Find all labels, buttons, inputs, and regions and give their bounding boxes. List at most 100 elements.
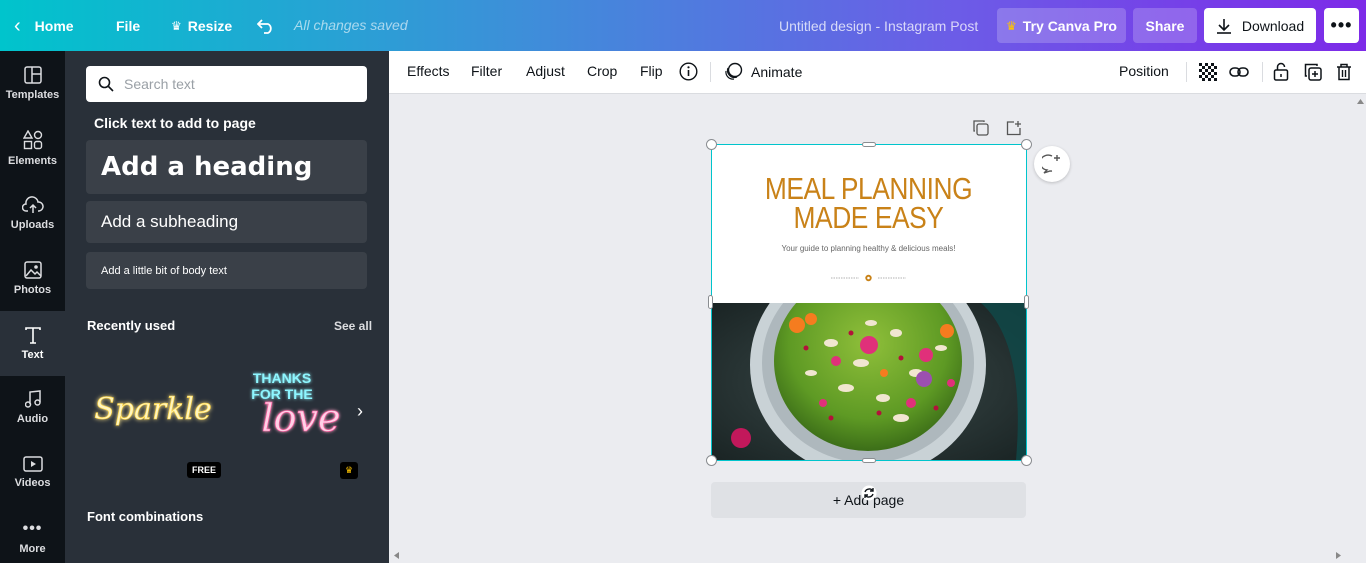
resize-handle-bottom-left[interactable] xyxy=(706,455,717,466)
resize-handle-top-right[interactable] xyxy=(1021,139,1032,150)
home-button[interactable]: ‹ Home xyxy=(14,8,74,44)
share-button[interactable]: Share xyxy=(1133,8,1197,43)
text-icon xyxy=(24,326,41,344)
rail-label: Audio xyxy=(16,413,49,425)
rail-item-videos[interactable]: Videos xyxy=(0,440,65,505)
link-button[interactable] xyxy=(1229,64,1249,83)
animate-button[interactable]: Animate xyxy=(724,62,802,81)
add-page-icon-button[interactable] xyxy=(1006,120,1022,139)
ornament-divider xyxy=(831,274,906,282)
crop-button[interactable]: Crop xyxy=(587,63,617,79)
effects-button[interactable]: Effects xyxy=(407,63,450,79)
add-comment-button[interactable] xyxy=(1034,146,1070,182)
save-status: All changes saved xyxy=(294,17,408,33)
search-box xyxy=(86,66,367,102)
title-line-1: MEAL PLANNING xyxy=(764,171,973,206)
chevron-left-icon: ‹ xyxy=(14,14,21,37)
flip-button[interactable]: Flip xyxy=(640,63,663,79)
transparency-button[interactable] xyxy=(1199,63,1217,84)
uploads-icon xyxy=(21,196,44,213)
recently-used-heading: Recently used xyxy=(87,318,176,333)
lock-button[interactable] xyxy=(1273,62,1289,84)
next-tiles-button[interactable]: › xyxy=(357,401,363,422)
add-heading-button[interactable]: Add a heading xyxy=(86,140,367,194)
thanks-line3: love xyxy=(262,396,341,440)
resize-handle-top-left[interactable] xyxy=(706,139,717,150)
download-button[interactable]: Download xyxy=(1204,8,1316,43)
templates-icon xyxy=(23,66,42,84)
adjust-button[interactable]: Adjust xyxy=(526,63,565,79)
resize-label: Resize xyxy=(187,18,233,34)
rail-item-uploads[interactable]: Uploads xyxy=(0,181,65,246)
lock-icon xyxy=(1273,62,1289,81)
rail-item-text[interactable]: Text xyxy=(0,311,65,376)
resize-handle-top[interactable] xyxy=(862,142,876,147)
chevron-right-icon: › xyxy=(357,401,363,421)
delete-button[interactable] xyxy=(1336,63,1352,84)
resize-handle-left[interactable] xyxy=(708,295,713,309)
position-button[interactable]: Position xyxy=(1119,63,1169,79)
undo-icon xyxy=(257,19,272,34)
home-label: Home xyxy=(34,18,74,34)
resize-handle-bottom-right[interactable] xyxy=(1021,455,1032,466)
crown-icon: ♛ xyxy=(171,19,182,33)
file-menu[interactable]: File xyxy=(116,8,140,44)
add-body-text-button[interactable]: Add a little bit of body text xyxy=(86,252,367,289)
free-badge: FREE xyxy=(187,462,222,478)
toolbar-divider xyxy=(1186,62,1187,82)
resize-handle-bottom[interactable] xyxy=(862,458,876,463)
audio-icon xyxy=(24,390,41,408)
try-canva-pro-button[interactable]: ♛ Try Canva Pro xyxy=(997,8,1126,43)
more-icon: ••• xyxy=(22,520,43,537)
search-input[interactable] xyxy=(124,76,354,92)
text-panel: Click text to add to page Add a heading … xyxy=(65,51,389,563)
photos-icon xyxy=(23,261,42,279)
videos-icon xyxy=(22,456,43,472)
rail-item-templates[interactable]: Templates xyxy=(0,51,65,116)
info-button[interactable] xyxy=(679,62,698,84)
title-line-2: MADE EASY xyxy=(793,200,944,235)
recent-text-tile-sparkle[interactable]: Sparkle xyxy=(91,347,221,477)
design-header-block[interactable]: MEAL PLANNING MADE EASY Your guide to pl… xyxy=(711,144,1026,303)
transparency-icon xyxy=(1199,63,1217,81)
comment-icon xyxy=(1042,154,1060,174)
copy-page-button[interactable] xyxy=(973,120,989,139)
pro-badge: ♛ xyxy=(340,462,359,479)
thanks-line1: THANKS xyxy=(253,370,311,386)
design-title[interactable]: Untitled design - Instagram Post xyxy=(779,18,978,34)
copy-page-icon xyxy=(973,120,989,136)
rotate-icon[interactable] xyxy=(861,485,877,501)
recent-text-tile-thanks[interactable]: THANKS FOR THE love xyxy=(235,347,365,477)
rail-item-photos[interactable]: Photos xyxy=(0,246,65,311)
edit-toolbar: Effects Filter Adjust Crop Flip Animate … xyxy=(389,51,1366,94)
rail-item-audio[interactable]: Audio xyxy=(0,375,65,440)
crown-icon: ♛ xyxy=(345,465,354,475)
design-page[interactable]: MEAL PLANNING MADE EASY Your guide to pl… xyxy=(711,144,1026,460)
filter-button[interactable]: Filter xyxy=(471,63,502,79)
left-rail: Templates Elements Uploads Photos Text A… xyxy=(0,51,65,563)
add-page-icon xyxy=(1006,121,1021,136)
rail-label: Uploads xyxy=(10,219,55,231)
resize-handle-right[interactable] xyxy=(1024,295,1029,309)
rail-label: Templates xyxy=(5,89,60,101)
add-subheading-button[interactable]: Add a subheading xyxy=(86,201,367,243)
see-all-link[interactable]: See all xyxy=(334,319,372,333)
more-options-button[interactable]: ••• xyxy=(1324,8,1359,43)
duplicate-button[interactable] xyxy=(1304,63,1322,84)
undo-button[interactable] xyxy=(257,8,275,44)
horizontal-scrollbar[interactable] xyxy=(389,550,1355,561)
search-icon xyxy=(98,76,114,92)
download-icon xyxy=(1216,18,1231,34)
toolbar-divider xyxy=(1262,62,1263,82)
rail-item-elements[interactable]: Elements xyxy=(0,116,65,181)
sparkle-text: Sparkle xyxy=(94,392,212,427)
food-photo[interactable] xyxy=(711,303,1026,460)
try-pro-label: Try Canva Pro xyxy=(1022,17,1117,34)
elements-icon xyxy=(22,130,42,150)
resize-button[interactable]: ♛ Resize xyxy=(171,8,232,44)
design-subtitle[interactable]: Your guide to planning healthy & delicio… xyxy=(711,244,1026,253)
vertical-scrollbar[interactable] xyxy=(1355,95,1366,551)
font-combinations-heading: Font combinations xyxy=(87,509,204,524)
rail-item-more[interactable]: ••• More xyxy=(0,505,65,563)
design-title-text[interactable]: MEAL PLANNING MADE EASY xyxy=(735,171,1003,235)
